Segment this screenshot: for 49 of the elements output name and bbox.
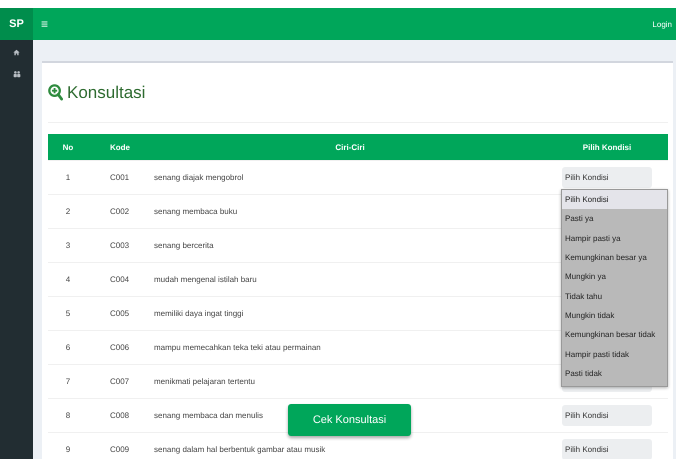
table-cell: senang membaca dan menulis — [154, 411, 263, 420]
page-title: Konsultasi — [67, 82, 146, 102]
table-cell-text: 6 — [64, 343, 72, 352]
table-cell-text: C006 — [109, 343, 130, 352]
table-cell: senang diajak mengobrol — [154, 173, 244, 182]
table-cell-text: C001 — [109, 173, 130, 182]
dropdown-option[interactable]: Hampir pasti ya — [562, 228, 667, 248]
table-cell-text: C005 — [109, 309, 130, 318]
table-cell-text: C008 — [109, 411, 130, 420]
table-cell-text: C009 — [109, 445, 130, 454]
table-cell: menikmati pelajaran tertentu — [154, 377, 255, 386]
table-cell: senang membaca buku — [154, 207, 238, 216]
table-cell: mampu memecahkan teka teki atau permainan — [154, 343, 321, 352]
dropdown-option[interactable]: Kemungkinan besar tidak — [562, 325, 667, 344]
condition-select[interactable]: Pilih Kondisi — [562, 405, 652, 426]
zoom-in-icon — [48, 84, 63, 101]
table-cell-text: 2 — [64, 207, 72, 216]
table-cell: mudah mengenal istilah baru — [154, 275, 257, 284]
column-header: Kode — [109, 142, 131, 152]
dropdown-option[interactable]: Mungkin tidak — [562, 306, 667, 326]
table-cell: senang dalam hal berbentuk gambar atau musik — [154, 445, 326, 454]
table-cell-text: C007 — [109, 377, 130, 386]
table-cell-text: 7 — [64, 377, 72, 386]
dropdown-option[interactable]: Kemungkinan besar ya — [562, 248, 667, 268]
column-header: No — [62, 142, 74, 152]
table-cell-text: C004 — [109, 275, 130, 284]
condition-select[interactable]: Pilih Kondisi — [562, 439, 652, 459]
dropdown-option[interactable]: Pasti tidak — [562, 364, 667, 383]
dropdown-option[interactable]: Pilih Kondisi — [562, 190, 667, 210]
table-cell: memiliki daya ingat tinggi — [154, 309, 244, 318]
users-icon[interactable] — [12, 70, 20, 78]
table-cell: senang bercerita — [154, 241, 214, 250]
column-header: Pilih Kondisi — [582, 142, 632, 152]
dropdown-option[interactable]: Hampir pasti tidak — [562, 344, 667, 364]
table-cell-text: 5 — [64, 309, 72, 318]
column-header: Ciri-Ciri — [334, 142, 366, 152]
condition-select[interactable]: Pilih Kondisi — [562, 167, 652, 188]
table-cell-text: 9 — [64, 445, 72, 454]
dropdown-option[interactable]: Mungkin ya — [562, 267, 667, 286]
home-icon[interactable] — [13, 49, 20, 56]
table-cell-text: 3 — [64, 241, 72, 250]
dropdown-option[interactable]: Tidak tahu — [562, 286, 667, 306]
table-cell-text: C002 — [109, 207, 130, 216]
dropdown-option[interactable]: Pasti ya — [562, 209, 667, 229]
table-cell-text: C003 — [109, 241, 130, 250]
table-cell-text: 4 — [64, 275, 72, 284]
brand-logo: SP — [0, 8, 33, 40]
table-cell-text: 8 — [64, 411, 72, 420]
table-cell-text: 1 — [64, 173, 72, 182]
